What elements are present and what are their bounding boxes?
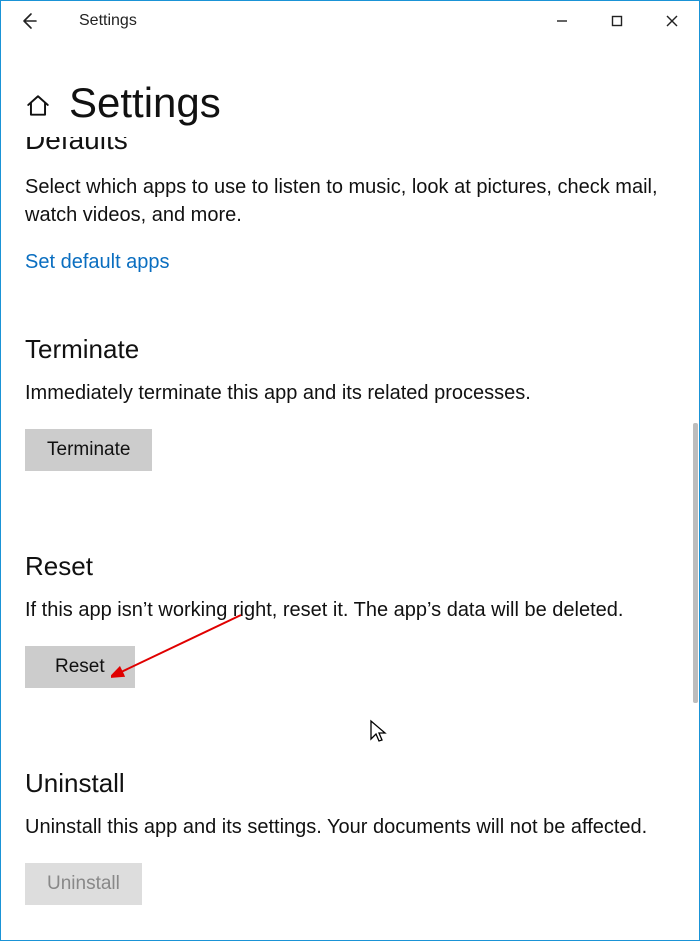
defaults-heading-cutoff: Defaults	[25, 137, 675, 155]
terminate-button[interactable]: Terminate	[25, 429, 152, 471]
reset-heading: Reset	[25, 551, 675, 582]
back-arrow-icon	[19, 11, 39, 31]
back-button[interactable]	[9, 1, 49, 41]
reset-description: If this app isn’t working right, reset i…	[25, 596, 665, 624]
maximize-icon	[611, 15, 623, 27]
set-default-apps-link[interactable]: Set default apps	[25, 251, 170, 274]
close-icon	[666, 15, 678, 27]
uninstall-description: Uninstall this app and its settings. You…	[25, 813, 665, 841]
uninstall-button[interactable]: Uninstall	[25, 863, 142, 905]
uninstall-heading: Uninstall	[25, 768, 675, 799]
title-bar: Settings	[1, 1, 699, 41]
reset-button[interactable]: Reset	[25, 646, 135, 688]
content-area: Defaults Select which apps to use to lis…	[1, 137, 699, 905]
close-button[interactable]	[644, 1, 699, 41]
scrollbar-thumb[interactable]	[693, 423, 698, 703]
minimize-button[interactable]	[534, 1, 589, 41]
page-header: Settings	[1, 41, 699, 135]
terminate-heading: Terminate	[25, 334, 675, 365]
page-title: Settings	[69, 79, 221, 127]
minimize-icon	[556, 15, 568, 27]
defaults-description: Select which apps to use to listen to mu…	[25, 173, 665, 229]
maximize-button[interactable]	[589, 1, 644, 41]
home-icon[interactable]	[25, 93, 51, 124]
window-title: Settings	[79, 12, 137, 30]
terminate-description: Immediately terminate this app and its r…	[25, 379, 665, 407]
